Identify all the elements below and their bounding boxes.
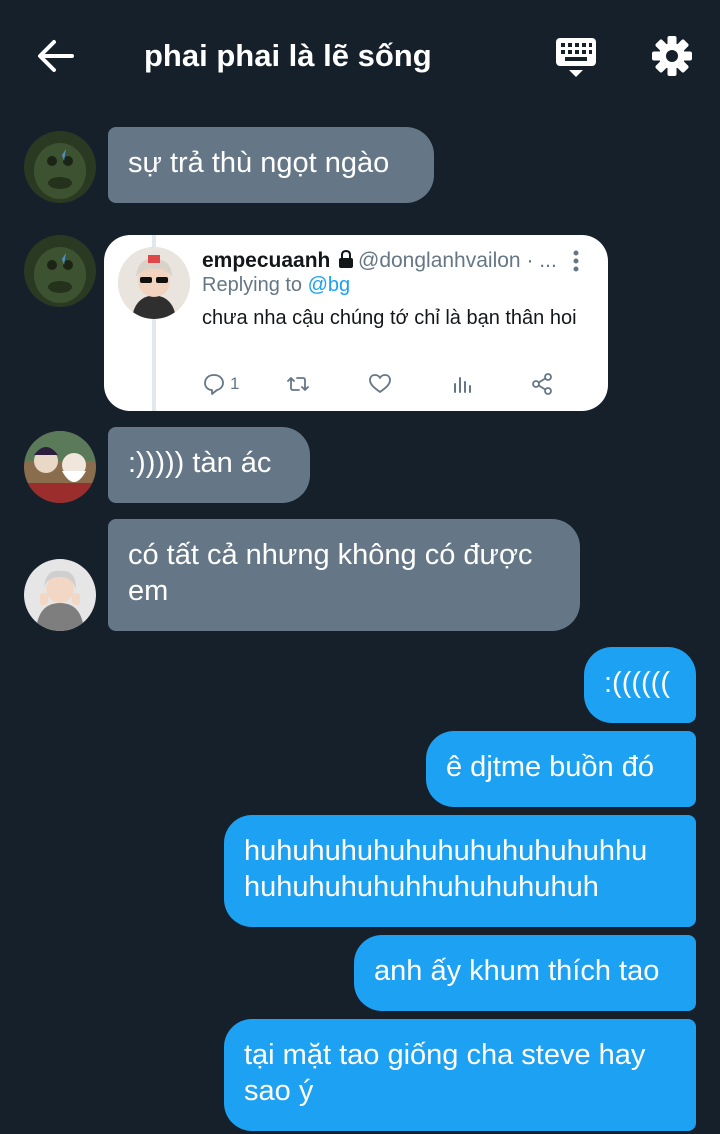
message-text: ê djtme buồn đó: [446, 751, 654, 783]
retweet-icon: [287, 377, 309, 391]
replying-to-mention[interactable]: @bg: [308, 274, 351, 296]
like-action[interactable]: [368, 371, 392, 397]
message-text: tại mặt tao giống cha steve hay sao ý: [244, 1039, 646, 1107]
retweet-action[interactable]: [286, 371, 310, 397]
tweet-text: chưa nha cậu chúng tớ chỉ là bạn thân ho…: [202, 307, 577, 329]
avatar[interactable]: [24, 235, 96, 307]
lock-icon: [339, 249, 354, 268]
message-text: :((((((: [604, 667, 671, 699]
message-bubble[interactable]: tại mặt tao giống cha steve hay sao ý: [224, 1019, 696, 1131]
message-text: sự trả thù ngọt ngào: [128, 147, 390, 179]
conversation-title: phai phai là lẽ sống: [144, 38, 432, 73]
tweet-card[interactable]: empecuaanh @donglanhvailon · ... Replyin…: [104, 235, 608, 411]
gear-icon: [652, 36, 692, 76]
reply-icon: [204, 374, 224, 395]
avatar-image: [24, 559, 96, 631]
analytics-icon: [454, 377, 471, 393]
share-icon: [532, 373, 552, 395]
reply-count: 1: [230, 374, 240, 393]
message-text: anh ấy khum thích tao: [374, 955, 660, 987]
avatar[interactable]: [24, 559, 96, 631]
heart-icon: [369, 374, 391, 393]
avatar-image: [24, 431, 96, 503]
message-bubble[interactable]: :))))) tàn ác: [108, 427, 310, 503]
avatar[interactable]: [24, 431, 96, 503]
message-bubble[interactable]: huhuhuhuhuhuhuhuhuhuhuhhu huhuhuhuhuhhuh…: [224, 815, 696, 927]
avatar-image: [118, 247, 190, 319]
keyboard-icon: [556, 38, 596, 77]
message-bubble[interactable]: :((((((: [584, 647, 696, 723]
message-text: :))))) tàn ác: [128, 447, 272, 479]
tweet-avatar[interactable]: [118, 247, 190, 319]
share-action[interactable]: [530, 371, 554, 397]
reply-action[interactable]: 1: [202, 371, 239, 397]
arrow-left-icon: [38, 40, 74, 72]
avatar[interactable]: [24, 131, 96, 203]
message-bubble[interactable]: anh ấy khum thích tao: [354, 935, 696, 1011]
message-bubble[interactable]: ê djtme buồn đó: [426, 731, 696, 807]
message-bubble[interactable]: có tất cả nhưng không có được em: [108, 519, 580, 631]
avatar-image: [24, 235, 96, 307]
analytics-action[interactable]: [450, 371, 474, 397]
settings-button[interactable]: [650, 34, 694, 78]
keyboard-button[interactable]: [554, 36, 598, 80]
message-text: có tất cả nhưng không có được em: [128, 539, 533, 607]
replying-to-line: Replying to @bg: [202, 274, 351, 296]
tweet-author-handle[interactable]: @donglanhvailon · ...: [358, 249, 557, 273]
back-button[interactable]: [36, 36, 76, 76]
avatar-image: [24, 131, 96, 203]
tweet-author-name[interactable]: empecuaanh: [202, 249, 354, 273]
top-bar: phai phai là lẽ sống: [0, 0, 720, 112]
message-text: huhuhuhuhuhuhuhuhuhuhuhhu huhuhuhuhuhhuh…: [244, 835, 648, 903]
message-bubble[interactable]: sự trả thù ngọt ngào: [108, 127, 434, 203]
more-vertical-icon: [573, 250, 579, 272]
tweet-more-button[interactable]: [568, 249, 584, 273]
tweet-actions: 1: [202, 371, 562, 397]
